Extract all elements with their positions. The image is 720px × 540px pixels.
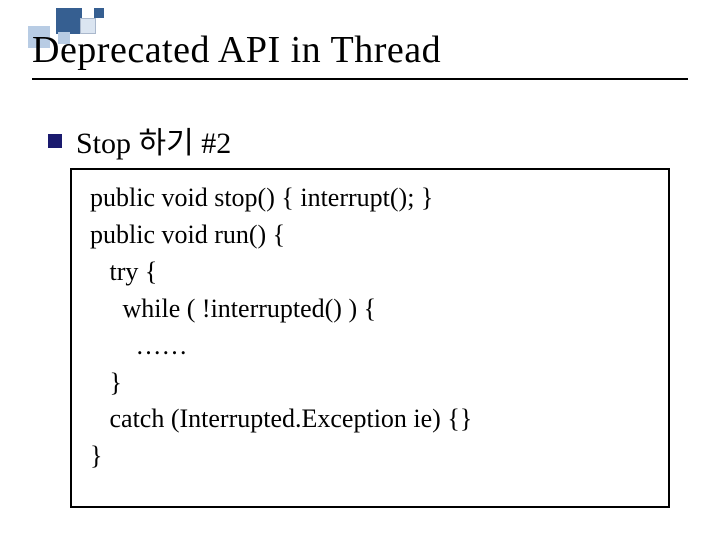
code-line: while ( !interrupted() ) { [90, 294, 376, 323]
code-box: public void stop() { interrupt(); } publ… [70, 168, 670, 508]
code-line: } [90, 441, 102, 470]
slide: Deprecated API in Thread Stop 하기 #2 publ… [0, 0, 720, 540]
code-line: } [90, 368, 122, 397]
code-line: catch (Interrupted.Exception ie) {} [90, 404, 472, 433]
code-line: public void stop() { interrupt(); } [90, 183, 433, 212]
bullet-row: Stop 하기 #2 [48, 118, 231, 162]
code-line: public void run() { [90, 220, 285, 249]
bullet-text: Stop 하기 #2 [76, 118, 231, 162]
bullet-marker-icon [48, 134, 62, 148]
deco-square [94, 8, 104, 18]
code-line: try { [90, 257, 157, 286]
code-line: …… [90, 331, 188, 360]
slide-title: Deprecated API in Thread [32, 28, 688, 80]
